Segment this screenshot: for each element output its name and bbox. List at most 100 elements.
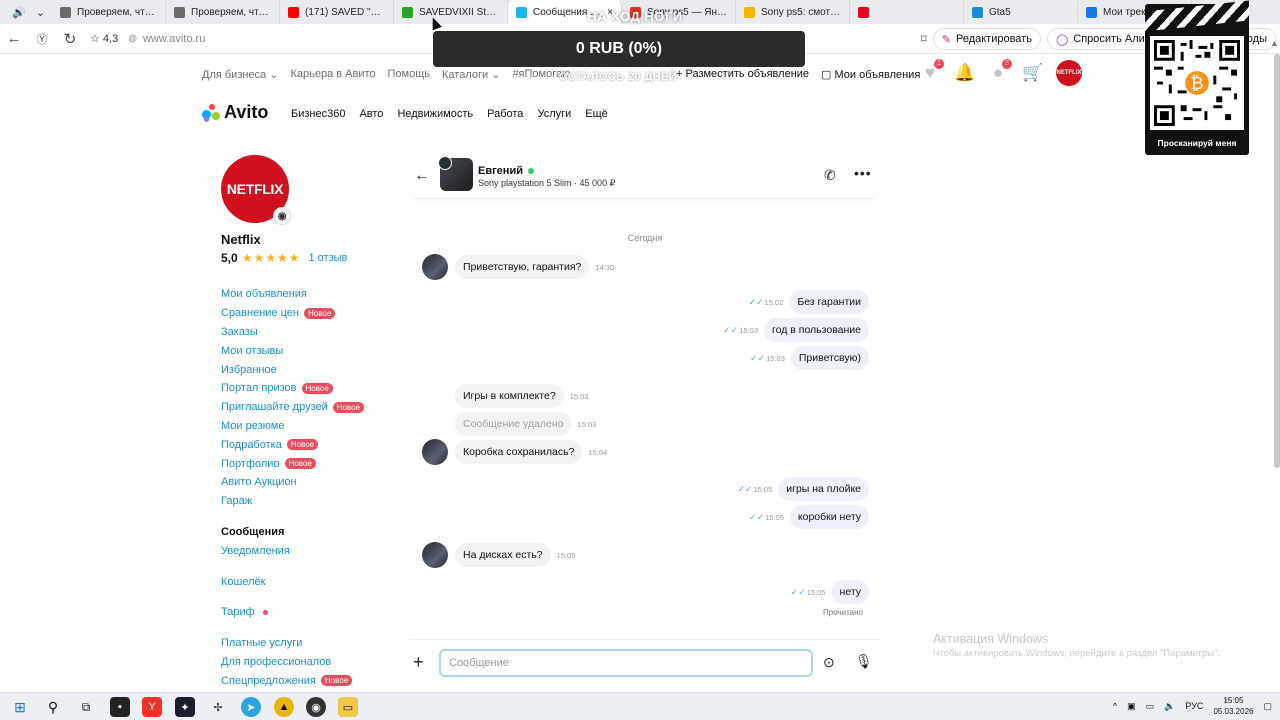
- tray-chevron-icon[interactable]: ^: [1113, 701, 1117, 711]
- sender-avatar[interactable]: [422, 542, 448, 568]
- camera-icon[interactable]: ◉: [273, 207, 291, 225]
- link-careers[interactable]: Карьера в Авито: [290, 68, 375, 80]
- more-options-icon[interactable]: •••: [854, 165, 872, 181]
- app-icon-3[interactable]: ✢: [208, 697, 228, 717]
- sidebar-item[interactable]: Подработка Новое: [221, 435, 371, 454]
- incoming-message[interactable]: Игры в комплекте? 15:03: [455, 384, 594, 408]
- incoming-message[interactable]: Приветствую, гарантия? 14:30: [422, 254, 620, 280]
- yandex-icon[interactable]: Ⓨ: [28, 31, 56, 47]
- outgoing-message[interactable]: ✓✓15:05 нету: [785, 580, 869, 604]
- app-icon-1[interactable]: ▪: [110, 697, 130, 717]
- sidebar-item-messages[interactable]: Сообщения: [221, 523, 371, 542]
- camera-icon[interactable]: ⊙: [823, 654, 835, 671]
- outgoing-message[interactable]: ✓✓15:05 игры на плойке: [731, 477, 869, 501]
- sender-avatar[interactable]: [422, 254, 448, 280]
- listing-info[interactable]: Sony playstation 5 Slim · 45 000 ₽: [478, 178, 615, 189]
- sidebar-item[interactable]: Мои отзывы: [221, 341, 371, 360]
- bell-icon[interactable]: 🔔: [954, 63, 975, 83]
- sidebar-item[interactable]: Заказы: [221, 323, 371, 342]
- url-field[interactable]: www.avito.ru: [143, 33, 403, 45]
- outgoing-message[interactable]: ✓✓15:02 Без гарантии: [742, 290, 869, 314]
- chevron-down-icon[interactable]: ⌄: [36, 6, 45, 19]
- phone-icon[interactable]: ✆: [824, 167, 836, 184]
- sidebar-item[interactable]: Портфолио Новое: [221, 454, 371, 473]
- nav-auto[interactable]: Авто: [359, 108, 383, 120]
- tray-app-icon[interactable]: ▣: [1127, 701, 1136, 712]
- back-arrow-icon[interactable]: ←: [414, 167, 430, 185]
- browser-tab[interactable]: (171) SAVED "ИЗГНА: [280, 0, 394, 24]
- speaker-icon[interactable]: 🔊: [12, 6, 26, 19]
- search-icon[interactable]: ⚲: [43, 697, 63, 717]
- browser-tab[interactable]: Gta5: [964, 0, 1078, 24]
- seller-name[interactable]: Евгений: [478, 165, 534, 177]
- outgoing-message[interactable]: ✓✓15:03 год в пользование: [717, 318, 869, 342]
- language-indicator[interactable]: РУС: [1185, 701, 1203, 711]
- bookmark-icon[interactable]: ⌑: [921, 32, 927, 46]
- site-rating[interactable]: ☆ 4,3: [90, 32, 118, 45]
- outgoing-message[interactable]: ✓✓15:03 Приветсвую): [744, 346, 869, 370]
- profile-avatar[interactable]: NETFLIX ◉: [221, 155, 291, 225]
- reviews-link[interactable]: 1 отзыв: [308, 252, 347, 264]
- reload-button[interactable]: ↻: [56, 30, 84, 48]
- link-help[interactable]: Помощь: [388, 68, 431, 80]
- nav-more[interactable]: Ещё: [585, 108, 608, 120]
- browser-tab[interactable]: Sony ps5: смотрите: [736, 0, 850, 24]
- browser-tab[interactable]: Проверяем, что вы н: [166, 0, 280, 24]
- telegram-icon[interactable]: ➤: [241, 697, 261, 717]
- my-ads-link[interactable]: ▢ Мои объявления: [821, 68, 920, 81]
- app-icon-2[interactable]: ✦: [175, 697, 195, 717]
- clock[interactable]: 15:05 05.03.2026: [1213, 695, 1253, 717]
- app-icon-5[interactable]: ◉: [306, 697, 326, 717]
- cart-icon[interactable]: 🛒: [1022, 63, 1043, 83]
- volume-icon[interactable]: 🔈: [1164, 701, 1175, 712]
- incoming-message[interactable]: Сообщение удалено 15:03: [455, 412, 602, 436]
- nav-business360[interactable]: Бизнес360: [291, 108, 345, 120]
- windows-start-icon[interactable]: ⊞: [10, 697, 30, 717]
- sidebar-item[interactable]: Мои объявления: [221, 285, 371, 304]
- back-button[interactable]: ←: [0, 30, 28, 47]
- scroll-up-icon[interactable]: ▲: [1270, 38, 1279, 48]
- chat-bubble-icon[interactable]: ● 3: [988, 59, 1012, 83]
- microphone-icon[interactable]: 🎙: [855, 653, 873, 670]
- sidebar-item[interactable]: Портал призов Новое: [221, 379, 371, 398]
- task-view-icon[interactable]: ⧉: [76, 697, 96, 717]
- sidebar-item-special-offers[interactable]: Спецпредложения Новое: [221, 671, 371, 690]
- sidebar-item[interactable]: Избранное: [221, 360, 371, 379]
- sidebar-item[interactable]: Сравнение цен Новое: [221, 304, 371, 323]
- nav-realty[interactable]: Недвижимость: [397, 108, 473, 120]
- app-icon-4[interactable]: ▲: [274, 697, 294, 717]
- sidebar-item[interactable]: Авито Аукцион: [221, 473, 371, 492]
- browser-tab[interactable]: SAVEDVIXII Stream -: [394, 0, 508, 24]
- sidebar-item-notifications[interactable]: Уведомления: [221, 541, 371, 560]
- browser-tab[interactable]: Проверяем, что вы н: [52, 0, 166, 24]
- sidebar-item[interactable]: Гараж: [221, 492, 371, 511]
- sender-avatar[interactable]: [422, 439, 448, 465]
- sidebar-item-tariff[interactable]: Тариф: [221, 603, 371, 622]
- header-avatar[interactable]: NETFLIX: [1056, 60, 1082, 86]
- sidebar-item-wallet[interactable]: Кошелёк: [221, 572, 371, 591]
- incoming-message[interactable]: На дисках есть? 15:05: [422, 542, 581, 568]
- heart-icon[interactable]: ♥ 1: [920, 59, 944, 83]
- link-for-business[interactable]: Для бизнеса ⌄: [202, 68, 278, 81]
- post-ad-link[interactable]: + Разместить объявление: [676, 68, 809, 80]
- network-icon[interactable]: ▭: [1146, 701, 1155, 712]
- browser-tab[interactable]: [850, 0, 964, 24]
- sidebar-item[interactable]: Приглашайте друзей Новое: [221, 398, 371, 417]
- outgoing-message[interactable]: ✓✓15:05 коробки нету: [743, 505, 869, 529]
- message-input[interactable]: Сообщение: [439, 649, 813, 677]
- nav-jobs[interactable]: Работа: [487, 108, 523, 120]
- avito-logo[interactable]: Avito: [202, 102, 268, 123]
- attach-plus-icon[interactable]: +: [413, 652, 424, 673]
- incoming-message[interactable]: Коробка сохранилась? 15:04: [422, 439, 613, 465]
- sidebar-item-paid-services[interactable]: Платные услуги: [221, 634, 371, 653]
- link-catalogs[interactable]: Каталоги ⌄: [442, 68, 500, 81]
- notifications-icon[interactable]: ▢: [1263, 701, 1272, 712]
- sidebar-item[interactable]: Мои резюме: [221, 417, 371, 436]
- sidebar-item-for-pros[interactable]: Для профессионалов: [221, 653, 371, 672]
- nav-services[interactable]: Услуги: [537, 108, 571, 120]
- edit-button[interactable]: ✎ Редактировать: [932, 28, 1041, 50]
- page-scrollbar[interactable]: [1274, 54, 1280, 468]
- yandex-browser-icon[interactable]: Y: [142, 697, 162, 717]
- file-explorer-icon[interactable]: ▭: [338, 697, 358, 717]
- tab-title: Проверяем, что вы н: [191, 6, 271, 18]
